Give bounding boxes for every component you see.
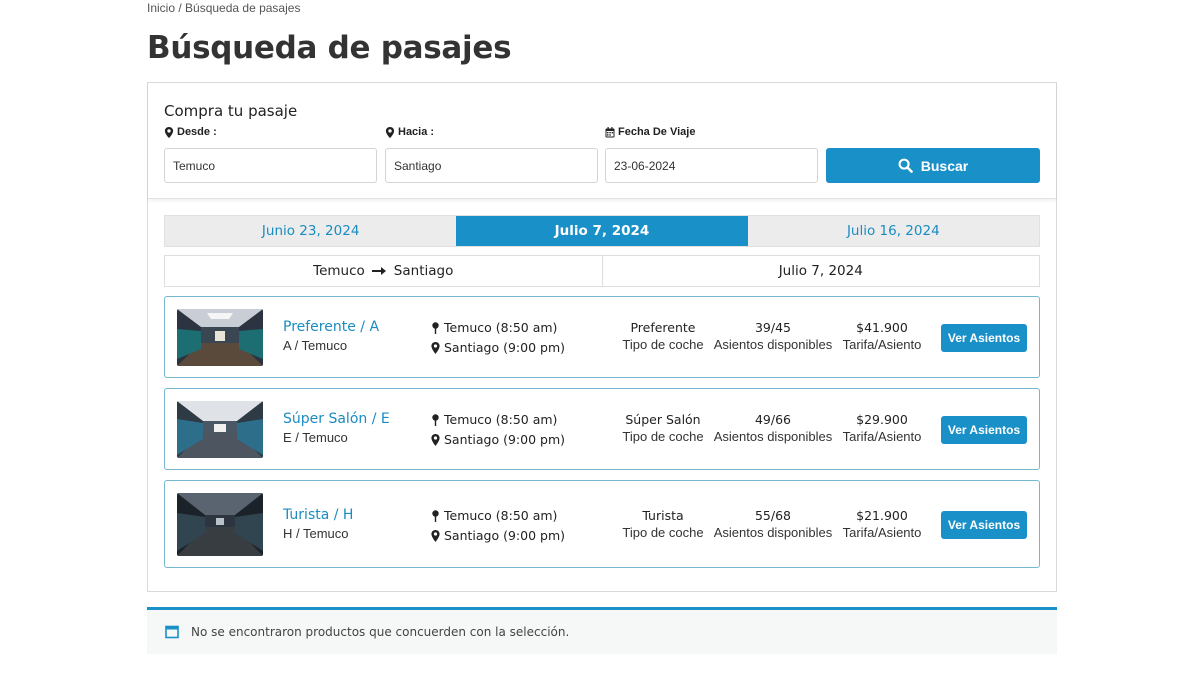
train-interior-image: [177, 309, 263, 366]
window-icon: [165, 625, 179, 639]
fare-value: $29.900: [856, 412, 908, 427]
map-marker-icon: [431, 341, 440, 354]
notice-banner: No se encontraron productos que concuerd…: [147, 607, 1057, 654]
search-button[interactable]: Buscar: [826, 148, 1040, 183]
from-label: Desde :: [164, 126, 217, 138]
to-label-text: Hacia :: [398, 126, 435, 138]
trip-card: Turista / H H / Temuco Temuco (8:50 am) …: [164, 480, 1040, 568]
to-label: Hacia :: [385, 126, 434, 138]
to-input[interactable]: [385, 148, 598, 183]
route-summary: Temuco Santiago Julio 7, 2024: [164, 255, 1040, 287]
search-form-title: Compra tu pasaje: [164, 102, 298, 120]
fare-value: $21.900: [856, 508, 908, 523]
trip-sub: H / Temuco: [283, 526, 349, 541]
search-panel: Compra tu pasaje Desde : Hacia : Fecha D…: [147, 82, 1057, 592]
trip-name-link[interactable]: Preferente / A: [283, 319, 379, 335]
departure: Temuco (8:50 am): [431, 412, 557, 427]
arrival: Santiago (9:00 pm): [431, 340, 565, 355]
date-input[interactable]: [605, 148, 818, 183]
fare-label: Tarifa/Asiento: [842, 525, 922, 540]
arrival: Santiago (9:00 pm): [431, 432, 565, 447]
date-tabs: Junio 23, 2024 Julio 7, 2024 Julio 16, 2…: [164, 215, 1040, 247]
trip-name-link[interactable]: Turista / H: [283, 507, 353, 523]
trip-card: Súper Salón / E E / Temuco Temuco (8:50 …: [164, 388, 1040, 470]
from-label-text: Desde :: [177, 126, 217, 138]
tab-date-2[interactable]: Julio 7, 2024: [456, 216, 748, 246]
page-title: Búsqueda de pasajes: [147, 30, 512, 66]
route-cell: Temuco Santiago: [165, 256, 602, 286]
arrival-text: Santiago (9:00 pm): [444, 432, 566, 447]
fare-label: Tarifa/Asiento: [842, 429, 922, 444]
map-marker-icon: [431, 433, 440, 446]
trip-sub: E / Temuco: [283, 430, 348, 445]
departure: Temuco (8:50 am): [431, 508, 557, 523]
trip-name-link[interactable]: Súper Salón / E: [283, 411, 390, 427]
search-form: Compra tu pasaje Desde : Hacia : Fecha D…: [148, 83, 1056, 199]
tab-date-3[interactable]: Julio 16, 2024: [748, 216, 1039, 246]
trip-sub: A / Temuco: [283, 338, 348, 353]
arrival-text: Santiago (9:00 pm): [444, 528, 566, 543]
fare-value: $41.900: [856, 320, 908, 335]
train-interior-image: [177, 493, 263, 556]
tab-date-1[interactable]: Junio 23, 2024: [165, 216, 456, 246]
search-icon: [898, 158, 913, 173]
calendar-icon: [605, 126, 615, 137]
notice-text: No se encontraron productos que concuerd…: [191, 625, 570, 639]
route-date: Julio 7, 2024: [601, 256, 1040, 286]
map-pin-icon: [432, 509, 439, 522]
trip-card: Preferente / A A / Temuco Temuco (8:50 a…: [164, 296, 1040, 378]
date-label-text: Fecha De Viaje: [618, 126, 696, 138]
breadcrumb: Inicio / Búsqueda de pasajes: [147, 1, 301, 15]
departure-text: Temuco (8:50 am): [444, 508, 558, 523]
view-seats-button[interactable]: Ver Asientos: [941, 324, 1027, 352]
search-button-label: Buscar: [920, 157, 969, 174]
map-marker-icon: [164, 126, 174, 138]
from-input[interactable]: [164, 148, 377, 183]
map-marker-icon: [431, 529, 440, 542]
date-label: Fecha De Viaje: [605, 126, 695, 138]
view-seats-button[interactable]: Ver Asientos: [941, 416, 1027, 444]
map-pin-icon: [432, 321, 439, 334]
view-seats-button[interactable]: Ver Asientos: [941, 511, 1027, 539]
route-destination: Santiago: [393, 263, 454, 279]
fare: $41.900 Tarifa/Asiento: [817, 320, 947, 352]
arrival: Santiago (9:00 pm): [431, 528, 565, 543]
departure-text: Temuco (8:50 am): [444, 320, 558, 335]
fare: $29.900 Tarifa/Asiento: [817, 412, 947, 444]
arrow-right-icon: [371, 267, 386, 275]
route-origin: Temuco: [313, 263, 365, 279]
departure-text: Temuco (8:50 am): [444, 412, 558, 427]
departure: Temuco (8:50 am): [431, 320, 557, 335]
map-marker-icon: [385, 126, 395, 138]
arrival-text: Santiago (9:00 pm): [444, 340, 566, 355]
fare-label: Tarifa/Asiento: [842, 337, 922, 352]
map-pin-icon: [432, 413, 439, 426]
train-interior-image: [177, 401, 263, 458]
fare: $21.900 Tarifa/Asiento: [817, 508, 947, 540]
